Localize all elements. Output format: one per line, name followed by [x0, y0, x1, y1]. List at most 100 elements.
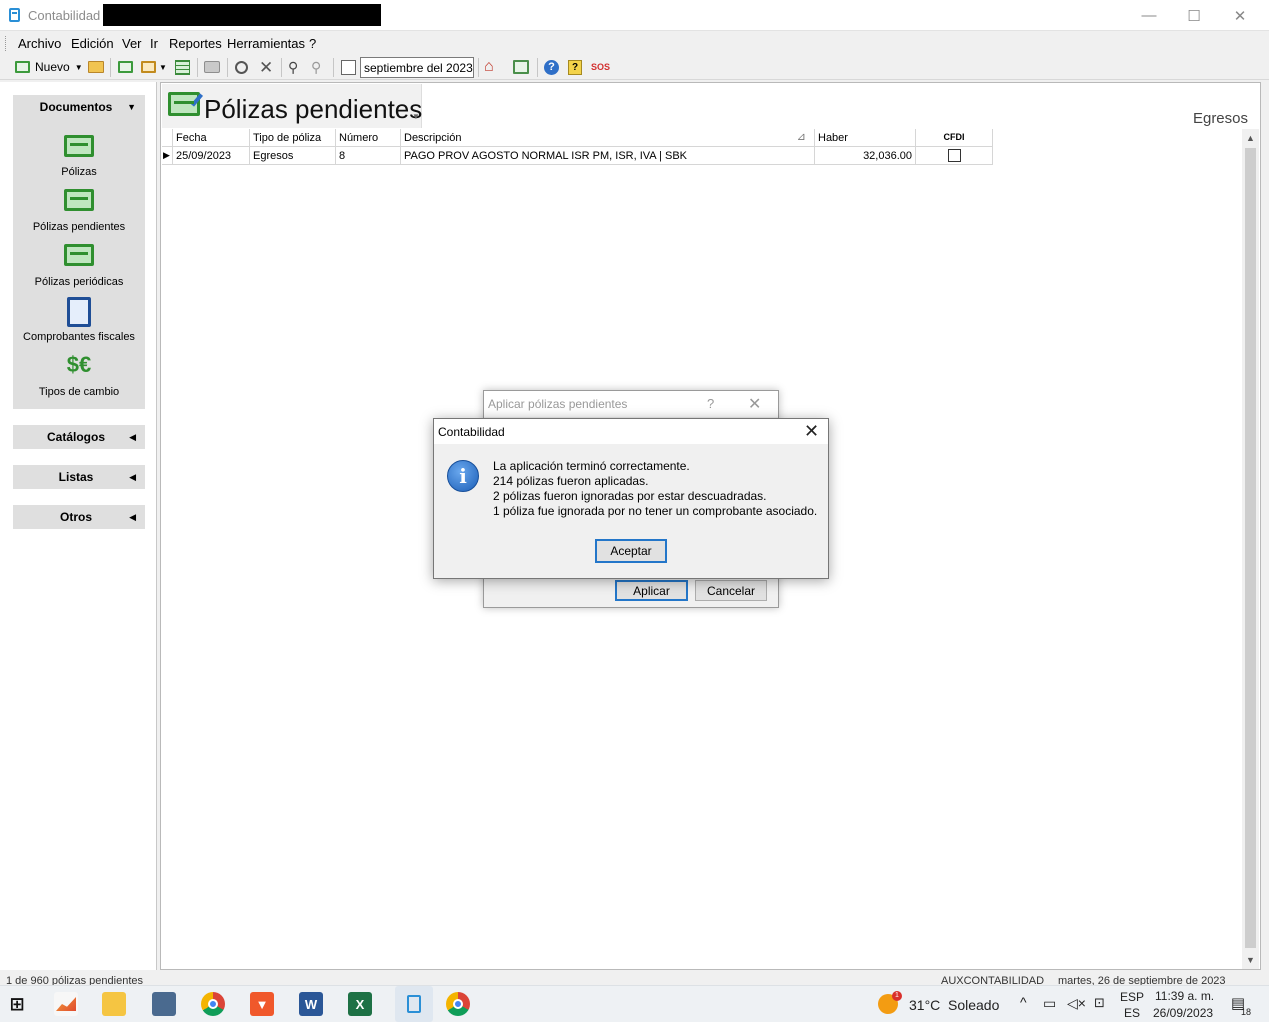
check-doc-icon [118, 61, 133, 73]
maximize-button[interactable]: ☐ [1171, 0, 1217, 31]
column-header-label: Descripción [404, 132, 462, 144]
sidebar-item-polizas-periodicas[interactable]: Pólizas periódicas [13, 242, 145, 292]
chart-app-icon[interactable] [54, 992, 78, 1016]
delete-button[interactable]: ✕ [259, 58, 273, 76]
sidebar-item-comprobantes-fiscales[interactable]: Comprobantes fiscales [13, 297, 145, 347]
send-button[interactable]: ▼ [141, 58, 167, 76]
excel-icon[interactable]: X [348, 992, 372, 1016]
vertical-scrollbar[interactable]: ▲ ▼ [1242, 129, 1259, 969]
refresh-button[interactable] [513, 58, 529, 76]
home-icon: ⌂ [484, 58, 494, 75]
envelope-icon [141, 61, 156, 73]
close-icon[interactable]: ✕ [748, 394, 761, 414]
contabilidad-taskbar-button[interactable] [395, 986, 433, 1022]
menu-reportes[interactable]: Reportes [169, 36, 222, 51]
cancel-button[interactable]: Cancelar [695, 580, 767, 601]
question-note-icon: ? [568, 59, 582, 75]
menu-herramientas[interactable]: Herramientas [227, 36, 305, 51]
apply-button[interactable] [118, 58, 133, 76]
section-listas-header[interactable]: Listas ◀ [13, 465, 145, 489]
toolbar-separator [197, 58, 198, 77]
column-header-cfdi[interactable]: CFDI [916, 129, 993, 147]
find-button[interactable]: ⚲ [288, 58, 298, 76]
scroll-down-icon[interactable]: ▼ [1242, 951, 1259, 968]
word-icon[interactable]: W [299, 992, 323, 1016]
calculator-icon[interactable] [152, 992, 176, 1016]
dropdown-arrow-icon: ▼ [159, 62, 167, 72]
folder-icon [88, 61, 104, 73]
close-icon[interactable]: ✕ [804, 421, 819, 442]
print-button[interactable] [204, 58, 220, 76]
cfdi-checkbox[interactable] [948, 149, 961, 162]
cancel-doc-button[interactable] [235, 58, 248, 76]
language-top[interactable]: ESP [1120, 990, 1144, 1004]
sidebar-item-polizas[interactable]: Pólizas [13, 133, 145, 181]
message-line: 1 póliza fue ignorada por no tener un co… [493, 504, 818, 518]
chevron-left-icon: ◀ [129, 431, 136, 442]
table-row[interactable]: ▶ 25/09/2023 Egresos 8 PAGO PROV AGOSTO … [162, 147, 994, 165]
language-bottom[interactable]: ES [1124, 1006, 1140, 1020]
app-icon [9, 8, 20, 22]
section-documentos-header[interactable]: Documentos ▼ [13, 95, 145, 119]
sos-button[interactable]: SOS [591, 58, 610, 76]
period-field[interactable]: septiembre del 2023 [360, 57, 474, 78]
volume-muted-icon[interactable]: ◁× [1067, 995, 1086, 1012]
network-icon[interactable]: ▭ [1043, 995, 1056, 1012]
spreadsheet-button[interactable] [175, 58, 190, 76]
notification-count: 18 [1241, 1007, 1252, 1017]
column-header-numero[interactable]: Número [336, 129, 401, 147]
chevron-down-icon[interactable]: ▼ [412, 112, 420, 121]
section-catalogos-header[interactable]: Catálogos ◀ [13, 425, 145, 449]
new-doc-icon [15, 61, 30, 73]
device-icon[interactable]: ⊡ [1094, 995, 1105, 1011]
chrome-profile-icon[interactable] [446, 992, 470, 1016]
file-explorer-icon[interactable] [102, 992, 126, 1016]
weather-text[interactable]: Soleado [948, 997, 999, 1013]
redacted-title [103, 4, 381, 26]
column-header-haber[interactable]: Haber [815, 129, 916, 147]
whats-this-button[interactable]: ? [568, 58, 582, 76]
chevron-left-icon: ◀ [129, 511, 136, 522]
calendar-button[interactable] [341, 58, 356, 76]
scroll-up-icon[interactable]: ▲ [1242, 129, 1259, 146]
apply-button[interactable]: Aplicar [615, 580, 688, 601]
brave-browser-icon[interactable]: ▼ [250, 992, 274, 1016]
cell-descripcion: PAGO PROV AGOSTO NORMAL ISR PM, ISR, IVA… [401, 147, 815, 165]
scroll-thumb[interactable] [1245, 148, 1256, 948]
menu-archivo[interactable]: Archivo [18, 36, 61, 51]
help-button[interactable]: ? [544, 58, 559, 76]
sidebar-item-polizas-pendientes[interactable]: Pólizas pendientes [13, 187, 145, 237]
menu-ir[interactable]: Ir [150, 36, 158, 51]
minimize-button[interactable]: — [1126, 0, 1172, 31]
windows-start-icon[interactable]: ⊞ [5, 992, 29, 1016]
clock-time[interactable]: 11:39 a. m. [1155, 989, 1214, 1003]
page-title: Pólizas pendientes [204, 94, 423, 124]
polizas-pendientes-icon [168, 92, 204, 116]
section-otros-header[interactable]: Otros ◀ [13, 505, 145, 529]
menu-edicion[interactable]: Edición [71, 36, 114, 51]
menu-grip [5, 36, 7, 51]
close-button[interactable]: ✕ [1217, 0, 1263, 31]
toolbar-separator [478, 58, 479, 77]
toolbar-separator [227, 58, 228, 77]
find-next-button[interactable]: ⚲ [311, 58, 321, 76]
ok-button[interactable]: Aceptar [595, 539, 667, 563]
menu-ver[interactable]: Ver [122, 36, 142, 51]
home-button[interactable]: ⌂ [484, 58, 494, 76]
message-dialog-body: i La aplicación terminó correctamente. 2… [434, 444, 828, 552]
column-header-fecha[interactable]: Fecha [173, 129, 250, 147]
chevron-down-icon: ▼ [127, 102, 136, 112]
clock-date[interactable]: 26/09/2023 [1153, 1006, 1213, 1020]
sidebar-item-tipos-de-cambio[interactable]: $€ Tipos de cambio [13, 352, 145, 402]
help-icon[interactable]: ? [707, 396, 714, 411]
open-button[interactable] [88, 58, 104, 76]
message-text: La aplicación terminó correctamente. 214… [493, 459, 817, 519]
column-header-tipo[interactable]: Tipo de póliza [250, 129, 336, 147]
menu-help[interactable]: ? [309, 36, 316, 51]
chevron-up-icon[interactable]: ^ [1020, 994, 1027, 1010]
weather-temp[interactable]: 31°C [909, 997, 940, 1013]
new-button[interactable]: Nuevo ▼ [15, 58, 83, 76]
status-user: AUXCONTABILIDAD [941, 975, 1045, 985]
chrome-icon[interactable] [201, 992, 225, 1016]
column-header-descripcion[interactable]: Descripción ⊿ [401, 129, 815, 147]
